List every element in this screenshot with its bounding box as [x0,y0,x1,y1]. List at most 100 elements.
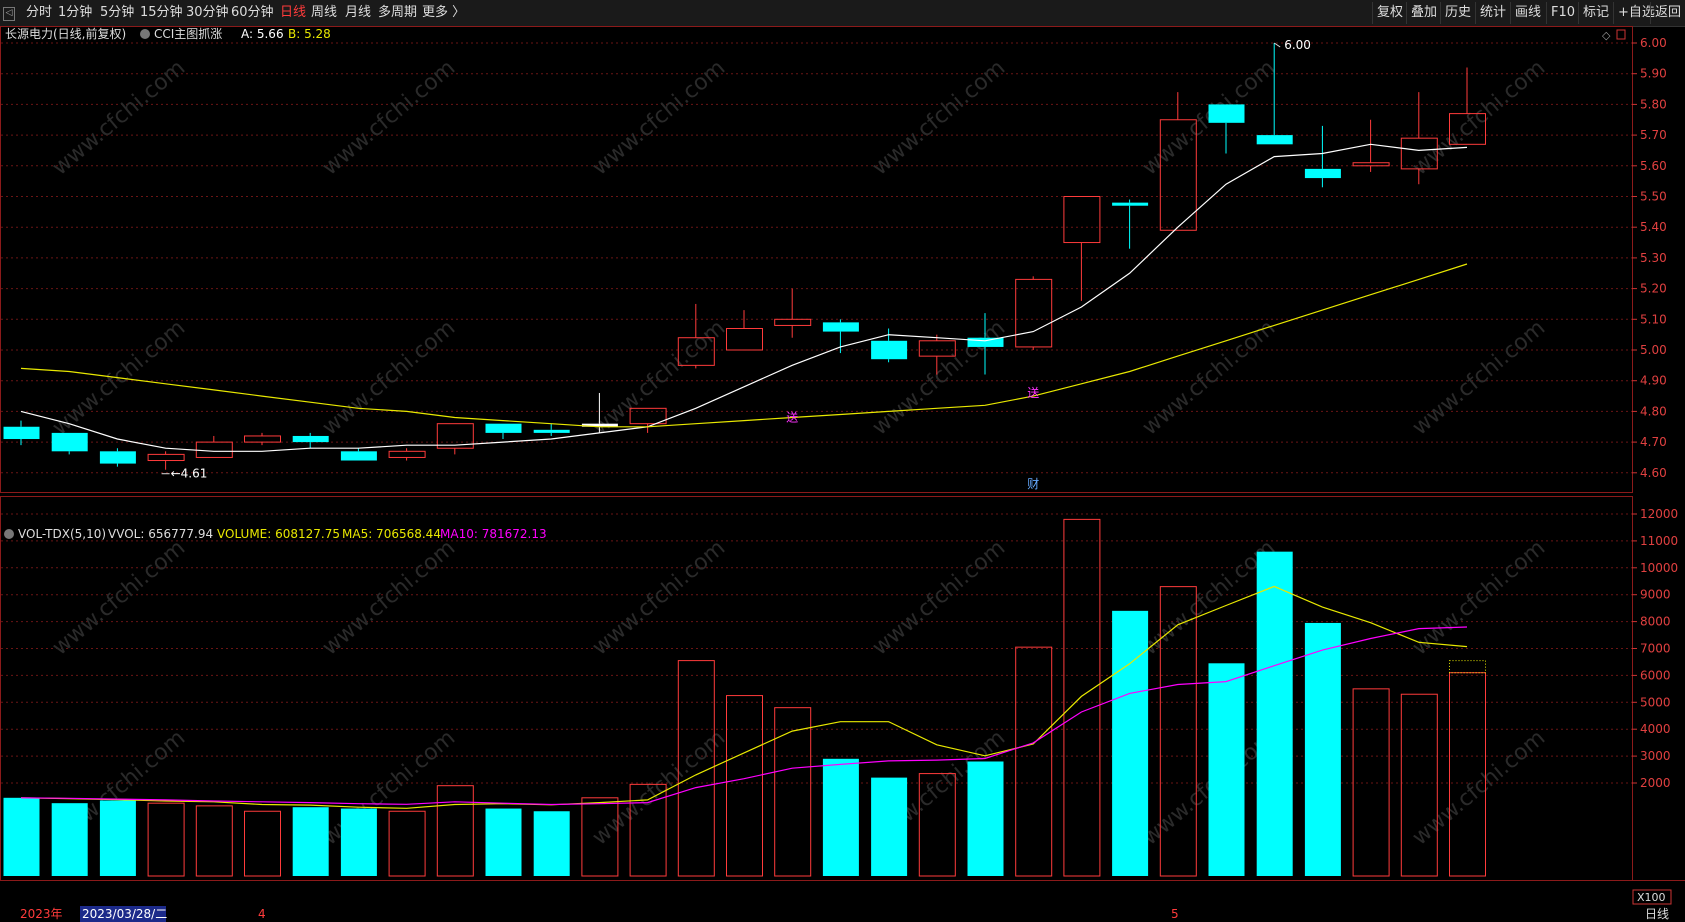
candle-body [292,435,329,443]
volume-tick-label: 4000 [1640,722,1671,736]
panel-restore-icon[interactable] [1616,29,1626,40]
watermark-text: www.cfchi.com [1408,315,1550,440]
volume-tick-label: 9000 [1640,588,1671,602]
candle-body [51,432,88,452]
watermark-text: www.cfchi.com [48,535,190,660]
volume-tick-label: 3000 [1640,749,1671,763]
period-tab-fenshi[interactable]: 分时 [26,0,52,26]
period-tab-multi[interactable]: 多周期 [378,0,417,26]
candle-body [340,451,377,461]
back-button[interactable]: 返回 [1650,2,1685,24]
volume-bar [99,800,136,876]
price-tick-label: 4.70 [1640,435,1667,449]
volume-tick-label: 10000 [1640,561,1678,575]
period-tab-more[interactable]: 更多 〉 [422,0,465,26]
candle-body [726,328,763,351]
volume-bar [3,797,40,876]
volume-bar [822,758,859,876]
volume-bar [726,695,763,877]
f10-button[interactable]: F10 [1546,2,1579,24]
price-tick-label: 4.90 [1640,374,1667,388]
volume-tick-label: 12000 [1640,507,1678,521]
watermark-text: www.cfchi.com [1138,315,1280,440]
volume-bar [774,707,812,877]
price-tick-label: 5.80 [1640,97,1667,111]
vol-indicator-name: VOL-TDX(5,10) [18,527,106,541]
stock-title: 长源电力(日线,前复权) [5,26,126,41]
draw-line-button[interactable]: 画线 [1510,2,1545,24]
kline-chart[interactable]: www.cfchi.com www.cfchi.com www.cfchi.com w… [0,26,1685,922]
watermark-text: www.cfchi.com [588,55,730,180]
candle-body [774,318,812,326]
candle-body [1208,104,1245,123]
stats-button[interactable]: 统计 [1475,2,1510,24]
candle-body [1352,162,1390,167]
vol-ma5-line [20,585,1468,809]
volume-bar [340,808,377,876]
diamond-icon[interactable]: ◇ [1602,29,1611,42]
candle-body [3,426,40,440]
watermark-text: www.cfchi.com [318,315,460,440]
volume-bar [1112,610,1149,876]
volume-bar [1352,688,1390,877]
volume-bar [147,802,185,877]
period-tab-weekly[interactable]: 周线 [311,0,337,26]
candle-body [533,429,570,433]
collapse-icon[interactable]: ◁ [3,7,15,21]
period-tab-bottom[interactable]: 日线 [1645,907,1669,921]
price-tick-label: 5.20 [1640,282,1667,296]
vol-ma5-value: MA5: 706568.44 [342,527,441,541]
y-axis-labels: 6.00 5.90 5.80 5.70 5.60 5.50 5.40 5.30 5.20 5.10… [1632,36,1678,790]
period-tab-60min[interactable]: 60分钟 [231,0,274,26]
cursor-date: 2023/03/28/二 [82,907,167,921]
period-tab-daily[interactable]: 日线 [280,0,306,26]
candle-body [871,340,908,360]
mark-button[interactable]: 标记 [1578,2,1613,24]
period-tab-30min[interactable]: 30分钟 [186,0,229,26]
vol-ma10-line [20,626,1468,806]
candle-body [1112,202,1149,206]
candle-body [1304,168,1341,179]
indicator-name: CCI主图抓涨 [154,26,222,41]
period-tab-15min[interactable]: 15分钟 [140,0,183,26]
volume-bar [1304,622,1341,876]
fuquan-button[interactable]: 复权 [1372,2,1407,24]
watermark-text: www.cfchi.com [588,535,730,660]
candle-body [1015,278,1053,348]
event-badge: 送 [786,410,798,425]
candle-body [1256,135,1293,145]
price-tick-label: 5.60 [1640,159,1667,173]
period-tab-monthly[interactable]: 月线 [345,0,371,26]
volume-tick-label: 7000 [1640,642,1671,656]
ma-short-line [20,143,1468,452]
history-button[interactable]: 历史 [1440,2,1475,24]
overlay-button[interactable]: 叠加 [1406,2,1441,24]
indicator-a-value: A: 5.66 [241,27,284,41]
volume-tick-label: 5000 [1640,695,1671,709]
period-tab-1min[interactable]: 1分钟 [58,0,92,26]
volume-bar [436,785,474,877]
price-tick-label: 5.00 [1640,343,1667,357]
candle-body [99,451,136,464]
candle-body [967,337,1004,347]
candle-body [244,435,281,443]
volume-tick-label: 11000 [1640,534,1678,548]
period-tab-5min[interactable]: 5分钟 [100,0,134,26]
volume-bar [1063,518,1101,877]
candle-body [485,423,522,433]
indicator-toggle-icon[interactable] [140,29,150,39]
vvol-value: VVOL: 656777.94 [108,527,213,541]
price-tick-label: 5.90 [1640,67,1667,81]
volume-bar [533,811,570,876]
unit-label: X100 [1637,891,1666,904]
month-label-5: 5 [1171,907,1179,921]
price-tick-label: 5.30 [1640,251,1667,265]
volume-bar [388,810,426,877]
candle-body [195,441,233,458]
volume-value: VOLUME: 608127.75 [217,527,340,541]
volume-projection-bar [1449,660,1486,674]
ma-lines: 6.00←4.61送送财 [20,38,1468,809]
watermark-text: www.cfchi.com [868,535,1010,660]
vol-indicator-toggle-icon[interactable] [4,529,14,539]
volume-bar [485,808,522,876]
